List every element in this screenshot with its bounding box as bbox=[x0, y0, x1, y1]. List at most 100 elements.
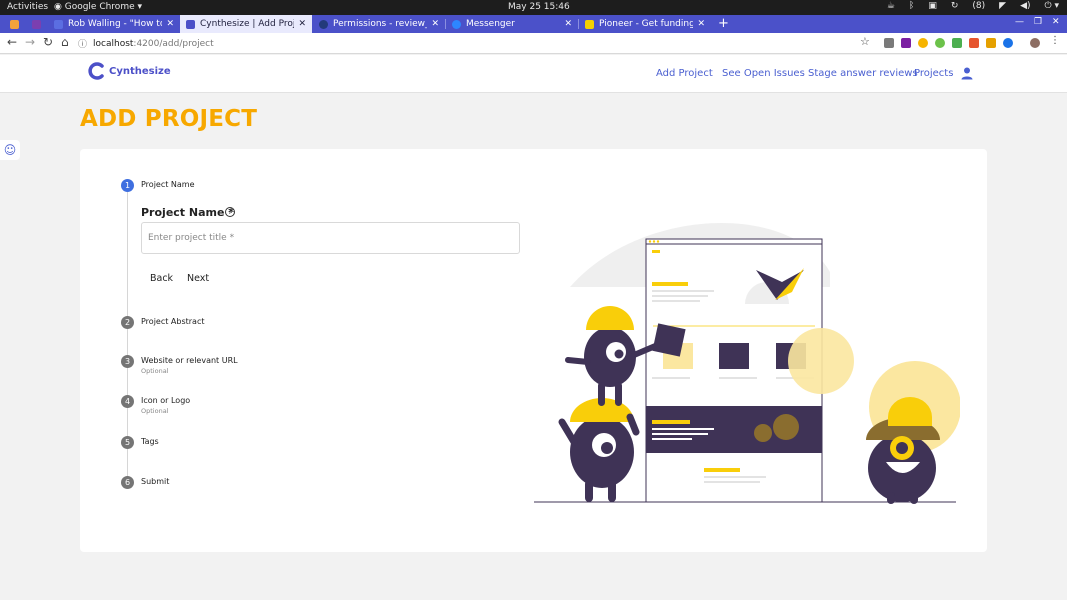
browser-toolbar: ← → ↻ ⌂ ⓘ localhost:4200/add/project ☆ ⋮ bbox=[0, 33, 1067, 54]
info-icon[interactable]: ⓘ bbox=[78, 37, 87, 50]
extension-icon[interactable] bbox=[952, 38, 962, 48]
nav-add-project[interactable]: Add Project bbox=[656, 68, 713, 79]
tab-close-icon[interactable]: ✕ bbox=[431, 19, 439, 29]
feedback-smiley-icon[interactable]: ☺ bbox=[0, 140, 20, 160]
pinned-tab-icon bbox=[32, 19, 41, 29]
step-label: Project Name bbox=[141, 180, 195, 189]
help-icon[interactable]: ? bbox=[225, 207, 235, 217]
tab-title: Rob Walling - "How to Va bbox=[68, 19, 162, 29]
browser-tab[interactable]: Messenger ✕ bbox=[446, 15, 578, 33]
step-website-url[interactable]: 3 Website or relevant URL Optional bbox=[121, 355, 238, 375]
bluetooth-icon[interactable]: ᛒ bbox=[909, 1, 914, 11]
step-optional-label: Optional bbox=[141, 407, 169, 415]
extension-icon[interactable] bbox=[918, 38, 928, 48]
pinned-tab[interactable] bbox=[26, 15, 46, 33]
extension-icon[interactable] bbox=[1003, 38, 1013, 48]
tab-title: Pioneer - Get funding and bbox=[599, 19, 694, 29]
nav-projects[interactable]: Projects bbox=[914, 68, 953, 79]
extension-icon[interactable] bbox=[935, 38, 945, 48]
notification-count[interactable]: (8) bbox=[972, 1, 985, 11]
step-label: Tags bbox=[141, 437, 159, 446]
step-number: 2 bbox=[121, 316, 134, 329]
extension-icon[interactable] bbox=[986, 38, 996, 48]
extension-icon[interactable] bbox=[884, 38, 894, 48]
close-window-icon[interactable]: ✕ bbox=[1052, 17, 1060, 27]
step-tags[interactable]: 5 Tags bbox=[121, 436, 159, 449]
power-icon[interactable]: ⏻ ▾ bbox=[1045, 1, 1060, 11]
step-number: 6 bbox=[121, 476, 134, 489]
chrome-menu-icon[interactable]: ⋮ bbox=[1050, 35, 1060, 46]
network-icon[interactable]: ◤ bbox=[999, 1, 1006, 11]
pinned-tab[interactable] bbox=[4, 15, 24, 33]
back-arrow-icon[interactable]: ← bbox=[7, 35, 17, 49]
back-button[interactable]: Back bbox=[150, 273, 173, 284]
field-title: Project Name * bbox=[141, 206, 235, 219]
monster-bottom-left bbox=[558, 398, 640, 502]
step-number: 3 bbox=[121, 355, 134, 368]
monsters-building-website-illustration bbox=[534, 223, 960, 504]
user-account-icon[interactable] bbox=[961, 67, 973, 80]
reload-icon[interactable]: ↻ bbox=[43, 35, 53, 49]
monster-right bbox=[866, 361, 960, 504]
tab-title: Permissions - review_com bbox=[333, 19, 427, 29]
forward-arrow-icon[interactable]: → bbox=[25, 35, 35, 49]
tab-close-icon[interactable]: ✕ bbox=[166, 19, 174, 29]
next-button[interactable]: Next bbox=[187, 273, 209, 284]
nav-stage-answer-reviews[interactable]: Stage answer reviews bbox=[808, 68, 918, 79]
app-menu[interactable]: ◉ Google Chrome ▾ bbox=[54, 2, 142, 12]
step-number: 4 bbox=[121, 395, 134, 408]
step-label: Icon or Logo bbox=[141, 396, 191, 405]
pinned-tab-icon bbox=[10, 19, 19, 29]
logo-text[interactable]: Cynthesize bbox=[109, 66, 171, 77]
tab-favicon-icon bbox=[452, 19, 461, 29]
sync-icon[interactable]: ↻ bbox=[951, 1, 959, 11]
tab-favicon-icon bbox=[319, 19, 328, 29]
browser-tab-active[interactable]: Cynthesize | Add Project ✕ bbox=[180, 15, 312, 33]
step-submit[interactable]: 6 Submit bbox=[121, 476, 169, 489]
url-host: localhost bbox=[93, 38, 134, 49]
minimize-icon[interactable]: — bbox=[1015, 17, 1024, 27]
tab-close-icon[interactable]: ✕ bbox=[298, 19, 306, 29]
bookmark-star-icon[interactable]: ☆ bbox=[860, 35, 870, 48]
browser-tab-strip: Rob Walling - "How to Va ✕ Cynthesize | … bbox=[0, 15, 1067, 33]
step-icon-or-logo[interactable]: 4 Icon or Logo Optional bbox=[121, 395, 190, 415]
clock[interactable]: May 25 15:46 bbox=[508, 2, 570, 12]
step-optional-label: Optional bbox=[141, 367, 169, 375]
volume-icon[interactable]: ◀) bbox=[1020, 1, 1030, 11]
activities-button[interactable]: Activities bbox=[7, 2, 48, 12]
step-label: Project Abstract bbox=[141, 317, 205, 326]
tab-favicon-icon bbox=[54, 19, 63, 29]
project-title-input[interactable] bbox=[141, 222, 520, 254]
tab-favicon-icon bbox=[585, 19, 594, 29]
new-tab-button[interactable]: + bbox=[718, 16, 729, 31]
tab-close-icon[interactable]: ✕ bbox=[697, 19, 705, 29]
app-header: Cynthesize Add Project See Open Issues S… bbox=[0, 55, 1067, 93]
step-number: 5 bbox=[121, 436, 134, 449]
app-menu-label: Google Chrome bbox=[64, 2, 135, 12]
browser-tab[interactable]: Rob Walling - "How to Va ✕ bbox=[48, 15, 180, 33]
url-path: :4200/add/project bbox=[133, 38, 214, 49]
step-project-name[interactable]: 1 Project Name bbox=[121, 179, 195, 192]
coffee-icon[interactable]: ☕ bbox=[887, 1, 895, 11]
extension-icon[interactable] bbox=[901, 38, 911, 48]
chrome-icon: ◉ bbox=[54, 2, 65, 12]
tab-close-icon[interactable]: ✕ bbox=[564, 19, 572, 29]
nav-see-open-issues[interactable]: See Open Issues bbox=[722, 68, 805, 79]
browser-tab[interactable]: Permissions - review_com ✕ bbox=[313, 15, 445, 33]
cynthesize-logo-icon[interactable] bbox=[88, 62, 106, 80]
profile-avatar[interactable] bbox=[1030, 38, 1040, 48]
tab-title: Cynthesize | Add Project bbox=[200, 19, 294, 29]
system-top-bar: Activities ◉ Google Chrome ▾ May 25 15:4… bbox=[0, 0, 1067, 15]
clipboard-icon[interactable]: ▣ bbox=[928, 1, 937, 11]
step-project-abstract[interactable]: 2 Project Abstract bbox=[121, 316, 205, 329]
page-title: ADD PROJECT bbox=[80, 106, 258, 132]
step-number: 1 bbox=[121, 179, 134, 192]
tab-favicon-icon bbox=[186, 19, 195, 29]
extension-icon[interactable] bbox=[969, 38, 979, 48]
home-icon[interactable]: ⌂ bbox=[61, 35, 69, 49]
restore-icon[interactable]: ❐ bbox=[1034, 17, 1042, 27]
address-bar[interactable]: ⓘ localhost:4200/add/project bbox=[78, 35, 878, 52]
system-tray[interactable]: ☕ ᛒ ▣ ↻ (8) ◤ ◀) ⏻ ▾ bbox=[887, 1, 1059, 11]
step-label: Website or relevant URL bbox=[141, 356, 238, 365]
browser-tab[interactable]: Pioneer - Get funding and ✕ bbox=[579, 15, 711, 33]
